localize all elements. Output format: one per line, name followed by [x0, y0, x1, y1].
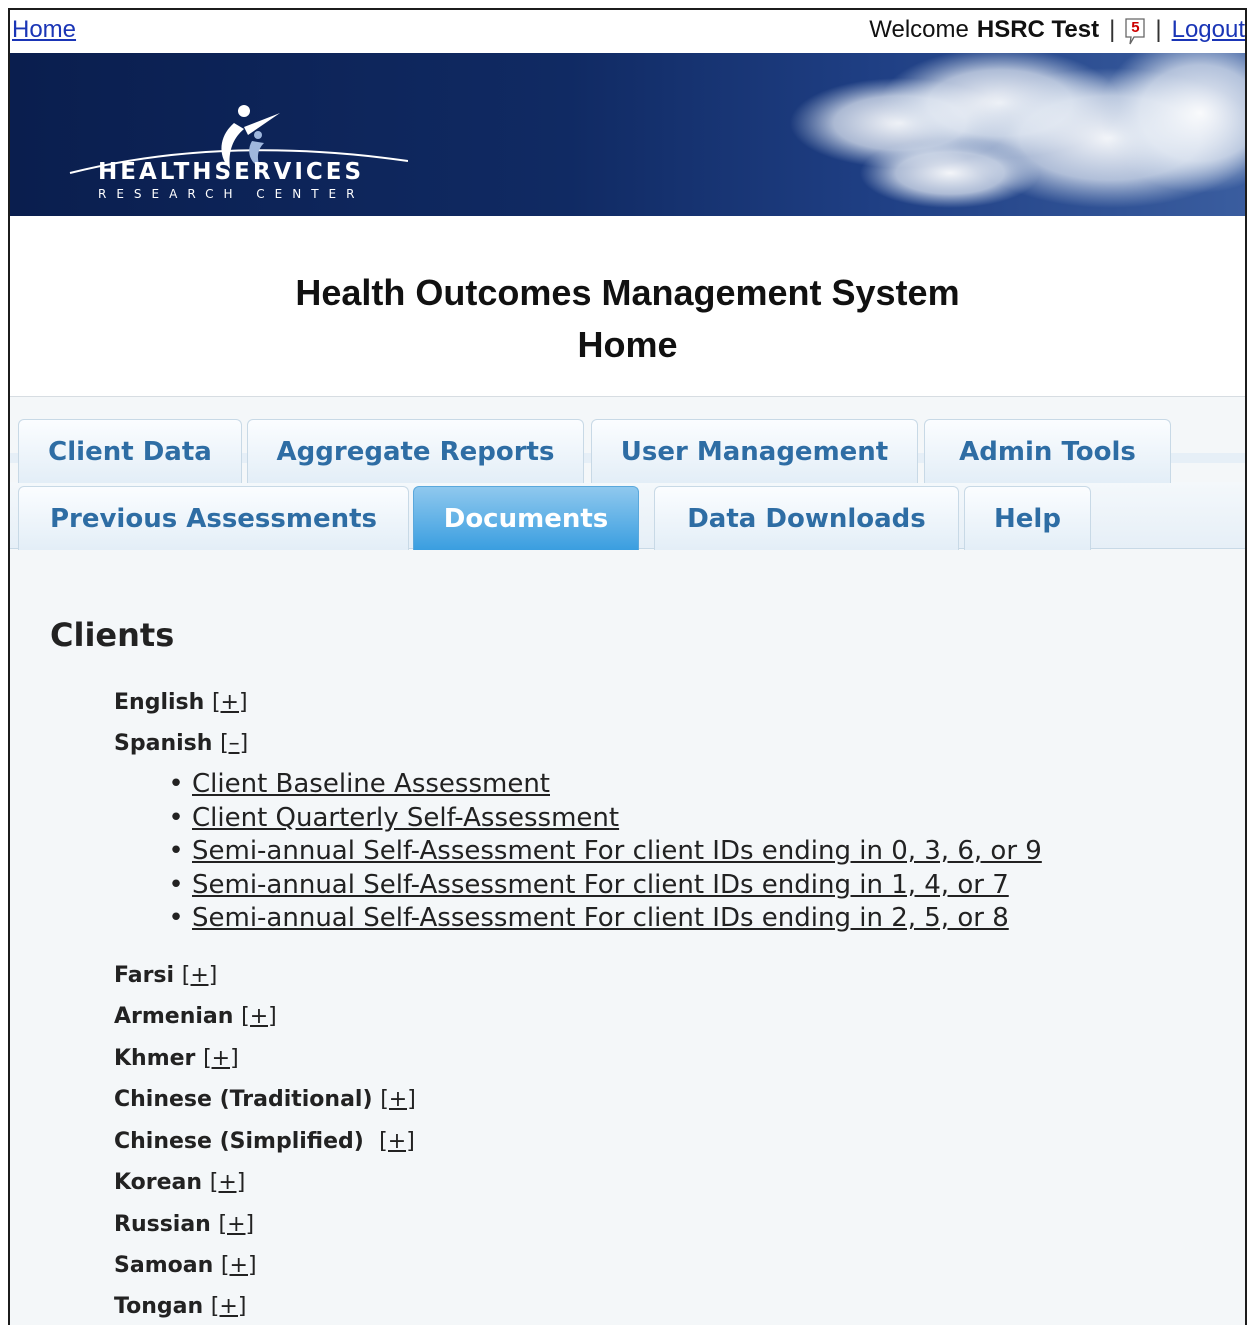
- page-subtitle: Home: [577, 324, 678, 365]
- tab-previous-assessments[interactable]: Previous Assessments: [18, 486, 409, 550]
- home-link[interactable]: Home: [12, 16, 76, 44]
- header-banner: HEALTHSERVICES RESEARCH CENTER: [10, 53, 1245, 216]
- expand-toggle[interactable]: [+]: [380, 1087, 416, 1112]
- list-item: Semi-annual Self-Assessment For client I…: [160, 902, 1042, 936]
- speech-bubble-icon[interactable]: 5: [1125, 18, 1146, 45]
- expand-toggle[interactable]: [+]: [221, 1253, 257, 1278]
- language-item-farsi: Farsi [+]: [114, 963, 218, 988]
- message-count-badge: 5: [1131, 19, 1140, 36]
- tab-help[interactable]: Help: [964, 486, 1091, 550]
- expand-toggle[interactable]: [+]: [219, 1212, 255, 1237]
- tab-documents[interactable]: Documents: [413, 486, 639, 550]
- expand-toggle[interactable]: [+]: [241, 1004, 277, 1029]
- collapse-toggle[interactable]: [–]: [220, 731, 248, 756]
- language-item-spanish: Spanish [–]: [114, 731, 249, 756]
- expand-toggle[interactable]: [+]: [379, 1129, 415, 1154]
- cloud-graphic: [790, 53, 1245, 208]
- document-link[interactable]: Semi-annual Self-Assessment For client I…: [192, 903, 1009, 933]
- language-item-samoan: Samoan [+]: [114, 1253, 257, 1278]
- document-link[interactable]: Client Quarterly Self-Assessment: [192, 803, 619, 833]
- tab-data-downloads[interactable]: Data Downloads: [654, 486, 959, 550]
- spanish-document-list: Client Baseline Assessment Client Quarte…: [160, 768, 1042, 936]
- language-item-chinese-simplified: Chinese (Simplified) [+]: [114, 1129, 415, 1154]
- expand-toggle[interactable]: [+]: [211, 1294, 247, 1319]
- logout-link[interactable]: Logout: [1172, 16, 1245, 44]
- document-link[interactable]: Client Baseline Assessment: [192, 769, 550, 799]
- language-item-armenian: Armenian [+]: [114, 1004, 277, 1029]
- top-bar: Home Welcome HSRC Test | 5 | Logout: [10, 10, 1245, 53]
- language-item-khmer: Khmer [+]: [114, 1046, 239, 1071]
- document-link[interactable]: Semi-annual Self-Assessment For client I…: [192, 836, 1042, 866]
- tab-user-management[interactable]: User Management: [591, 419, 918, 483]
- page-frame: Home Welcome HSRC Test | 5 | Logout HEAL…: [8, 8, 1247, 1325]
- list-item: Semi-annual Self-Assessment For client I…: [160, 869, 1042, 903]
- language-item-russian: Russian [+]: [114, 1212, 255, 1237]
- tab-bar: Client Data Aggregate Reports User Manag…: [10, 397, 1245, 550]
- logo-sub-text: RESEARCH CENTER: [98, 187, 365, 201]
- welcome-text: Welcome: [869, 16, 969, 43]
- expand-toggle[interactable]: [+]: [203, 1046, 239, 1071]
- separator: |: [1109, 16, 1116, 43]
- language-item-tongan: Tongan [+]: [114, 1294, 247, 1319]
- expand-toggle[interactable]: [+]: [212, 690, 248, 715]
- tab-client-data[interactable]: Client Data: [18, 419, 242, 483]
- expand-toggle[interactable]: [+]: [182, 963, 218, 988]
- page-title-area: Health Outcomes Management System Home: [10, 216, 1245, 397]
- user-name: HSRC Test: [976, 16, 1100, 43]
- documents-content: Clients English [+] Spanish [–] Client B…: [10, 550, 1245, 1325]
- hsrc-logo: HEALTHSERVICES RESEARCH CENTER: [68, 87, 408, 216]
- list-item: Client Baseline Assessment: [160, 768, 1042, 802]
- user-area: Welcome HSRC Test | 5 | Logout: [869, 16, 1245, 45]
- language-item-korean: Korean [+]: [114, 1170, 246, 1195]
- tab-admin-tools[interactable]: Admin Tools: [924, 419, 1171, 483]
- logo-main-text: HEALTHSERVICES: [98, 159, 365, 185]
- list-item: Client Quarterly Self-Assessment: [160, 802, 1042, 836]
- language-item-english: English [+]: [114, 690, 248, 715]
- language-item-chinese-traditional: Chinese (Traditional) [+]: [114, 1087, 416, 1112]
- separator: |: [1155, 16, 1162, 43]
- section-heading: Clients: [50, 616, 175, 654]
- list-item: Semi-annual Self-Assessment For client I…: [160, 835, 1042, 869]
- page-title: Health Outcomes Management System: [295, 272, 960, 313]
- expand-toggle[interactable]: [+]: [210, 1170, 246, 1195]
- tab-aggregate-reports[interactable]: Aggregate Reports: [247, 419, 584, 483]
- document-link[interactable]: Semi-annual Self-Assessment For client I…: [192, 870, 1009, 900]
